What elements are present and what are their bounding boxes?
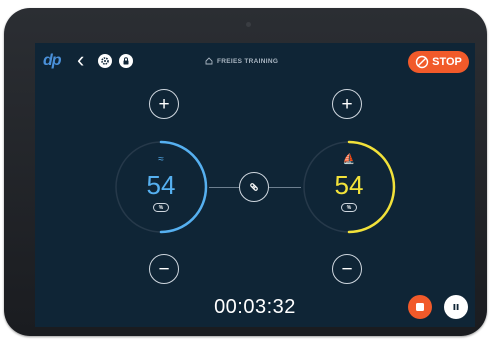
right-minus-button[interactable]: − [332, 254, 362, 284]
left-percent-badge[interactable]: % [153, 203, 169, 212]
camera-dot [246, 22, 251, 27]
left-dial[interactable]: ≈ 54 % [113, 139, 209, 235]
right-percent-badge[interactable]: % [341, 203, 357, 212]
settings-icon[interactable] [98, 54, 112, 68]
wave-icon: ≈ [158, 154, 164, 165]
left-minus-button[interactable]: − [149, 254, 179, 284]
boat-icon: ⛵ [342, 154, 356, 165]
left-plus-button[interactable]: + [149, 89, 179, 119]
tablet-frame: dp ‹ FREIES TRAINING STOP + + ≈ 54 % ⛵ 5… [4, 8, 487, 336]
stop-button[interactable]: STOP [408, 51, 469, 73]
link-toggle-button[interactable] [239, 172, 269, 202]
lock-icon[interactable] [119, 54, 133, 68]
stop-label: STOP [432, 56, 462, 68]
right-link-line [269, 187, 301, 188]
left-dial-value: 54 [146, 170, 176, 200]
pause-button[interactable] [444, 295, 468, 319]
right-plus-button[interactable]: + [332, 89, 362, 119]
elapsed-timer: 00:03:32 [214, 296, 296, 318]
left-link-line [209, 187, 239, 188]
page-title-wrap: FREIES TRAINING [205, 57, 278, 65]
top-bar: dp ‹ FREIES TRAINING STOP [35, 43, 475, 79]
app-logo: dp [43, 52, 62, 69]
back-icon[interactable]: ‹ [77, 49, 84, 71]
page-title: FREIES TRAINING [217, 57, 279, 65]
no-entry-icon [415, 55, 429, 69]
right-dial[interactable]: ⛵ 54 % [301, 139, 397, 235]
pause-icon [453, 304, 459, 310]
app-screen: dp ‹ FREIES TRAINING STOP + + ≈ 54 % ⛵ 5… [35, 43, 475, 327]
home-icon [205, 57, 213, 65]
record-button[interactable] [408, 295, 432, 319]
record-icon [416, 303, 424, 311]
right-dial-value: 54 [334, 170, 364, 200]
link-icon [250, 183, 258, 191]
